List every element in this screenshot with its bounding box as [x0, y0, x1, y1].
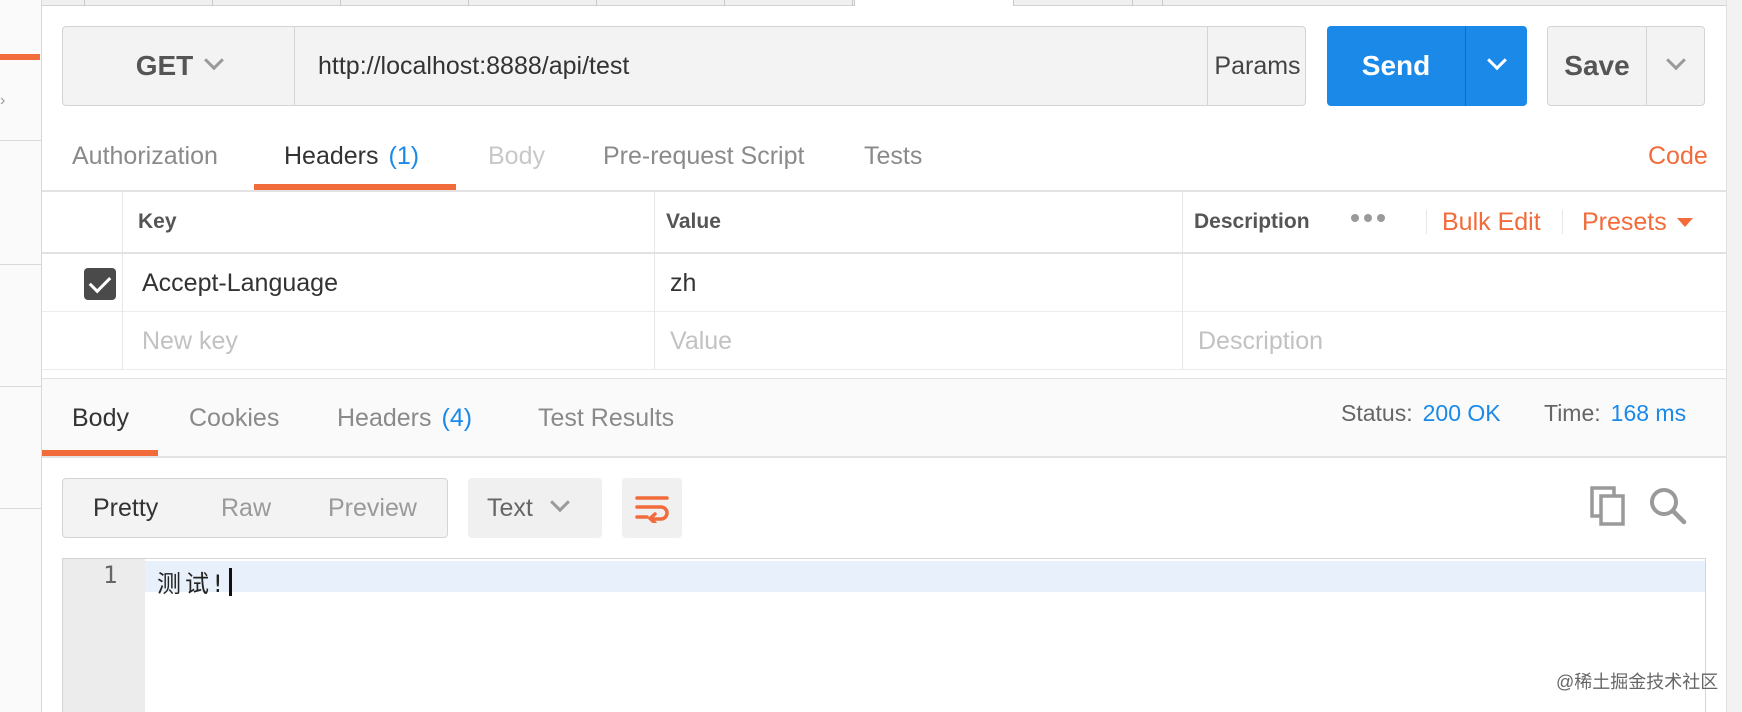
code-link[interactable]: Code [1648, 142, 1708, 171]
params-button[interactable]: Params [1207, 27, 1307, 105]
tab-body[interactable]: Body [488, 120, 545, 192]
bulk-edit-button[interactable]: Bulk Edit [1442, 192, 1541, 252]
save-options-button[interactable] [1646, 27, 1704, 105]
time-value: 168 ms [1610, 400, 1687, 426]
tab-tests[interactable]: Tests [864, 120, 922, 192]
request-bar: GET http://localhost:8888/api/test Param… [62, 26, 1306, 106]
new-key-input[interactable]: New key [142, 312, 238, 370]
chevron-down-icon [549, 492, 570, 513]
tab-test-results[interactable]: Test Results [538, 380, 674, 456]
wrap-lines-button[interactable] [622, 478, 682, 538]
headers-table: Key Value Description Bulk Edit Presets … [42, 190, 1726, 370]
active-line-highlight [145, 561, 1705, 592]
header-key-cell[interactable]: Accept-Language [142, 254, 338, 312]
more-options-icon[interactable] [1351, 214, 1385, 222]
new-description-input[interactable]: Description [1198, 312, 1323, 370]
method-select[interactable]: GET [63, 27, 295, 105]
tab-response-headers[interactable]: Headers (4) [337, 380, 472, 456]
active-request-tab[interactable] [854, 0, 1014, 6]
tab-pre-request-script[interactable]: Pre-request Script [603, 120, 804, 192]
column-value: Value [666, 210, 721, 233]
search-icon[interactable] [1648, 486, 1688, 526]
wrap-lines-icon [635, 496, 669, 523]
new-value-input[interactable]: Value [670, 312, 732, 370]
method-label: GET [135, 50, 194, 81]
format-select[interactable]: Text [468, 478, 602, 538]
response-time: Time: 168 ms [1544, 400, 1687, 426]
response-headers-count: (4) [441, 403, 473, 432]
tab-response-body[interactable]: Body [72, 380, 129, 456]
text-cursor [228, 567, 232, 596]
view-raw[interactable]: Raw [221, 479, 271, 537]
response-editor[interactable]: 1 测试! [62, 558, 1706, 712]
header-value-cell[interactable]: zh [670, 254, 696, 312]
status-value: 200 OK [1422, 400, 1501, 426]
view-mode-group: Pretty Raw Preview [62, 478, 448, 538]
caret-down-icon [1676, 217, 1693, 227]
line-number: 1 [103, 561, 118, 589]
right-scroll-edge[interactable] [1726, 0, 1742, 712]
table-row: Accept-Language zh [42, 254, 1726, 312]
send-label: Send [1361, 50, 1431, 81]
sidebar-active-indicator [0, 54, 40, 60]
table-row-new: New key Value Description [42, 312, 1726, 370]
left-sidebar: › [0, 0, 42, 712]
save-label: Save [1564, 50, 1630, 81]
response-line[interactable]: 测试! [157, 564, 232, 599]
row-enabled-checkbox[interactable] [84, 268, 116, 300]
sidebar-divider [0, 386, 41, 387]
sidebar-divider [0, 264, 41, 265]
save-button[interactable]: Save [1547, 26, 1705, 106]
chevron-down-icon [204, 50, 225, 71]
column-description: Description [1194, 210, 1310, 233]
response-status: Status: 200 OK [1341, 400, 1501, 426]
tab-authorization[interactable]: Authorization [72, 120, 218, 192]
send-button[interactable]: Send [1327, 26, 1527, 106]
request-tabs: Authorization Headers (1) Body Pre-reque… [42, 120, 1742, 192]
sidebar-chevron-icon[interactable]: › [0, 92, 5, 110]
send-options-button[interactable] [1465, 26, 1527, 106]
view-preview[interactable]: Preview [328, 479, 417, 537]
tab-headers[interactable]: Headers (1) [284, 120, 419, 192]
sidebar-divider [0, 140, 41, 141]
table-header: Key Value Description Bulk Edit Presets [42, 192, 1726, 254]
watermark: @稀土掘金技术社区 [1556, 672, 1719, 692]
presets-dropdown[interactable]: Presets [1582, 192, 1693, 252]
view-pretty[interactable]: Pretty [93, 479, 158, 537]
request-tab-strip [42, 0, 1742, 6]
header-description-cell[interactable] [1198, 254, 1698, 312]
sidebar-divider [0, 508, 41, 509]
column-key: Key [138, 210, 177, 233]
active-tab-underline [42, 450, 158, 456]
headers-count: (1) [388, 141, 420, 170]
chevron-down-icon [1665, 50, 1686, 71]
copy-icon[interactable] [1590, 486, 1626, 526]
url-input[interactable]: http://localhost:8888/api/test [295, 27, 1207, 105]
chevron-down-icon [1486, 50, 1507, 71]
tab-cookies[interactable]: Cookies [189, 380, 279, 456]
